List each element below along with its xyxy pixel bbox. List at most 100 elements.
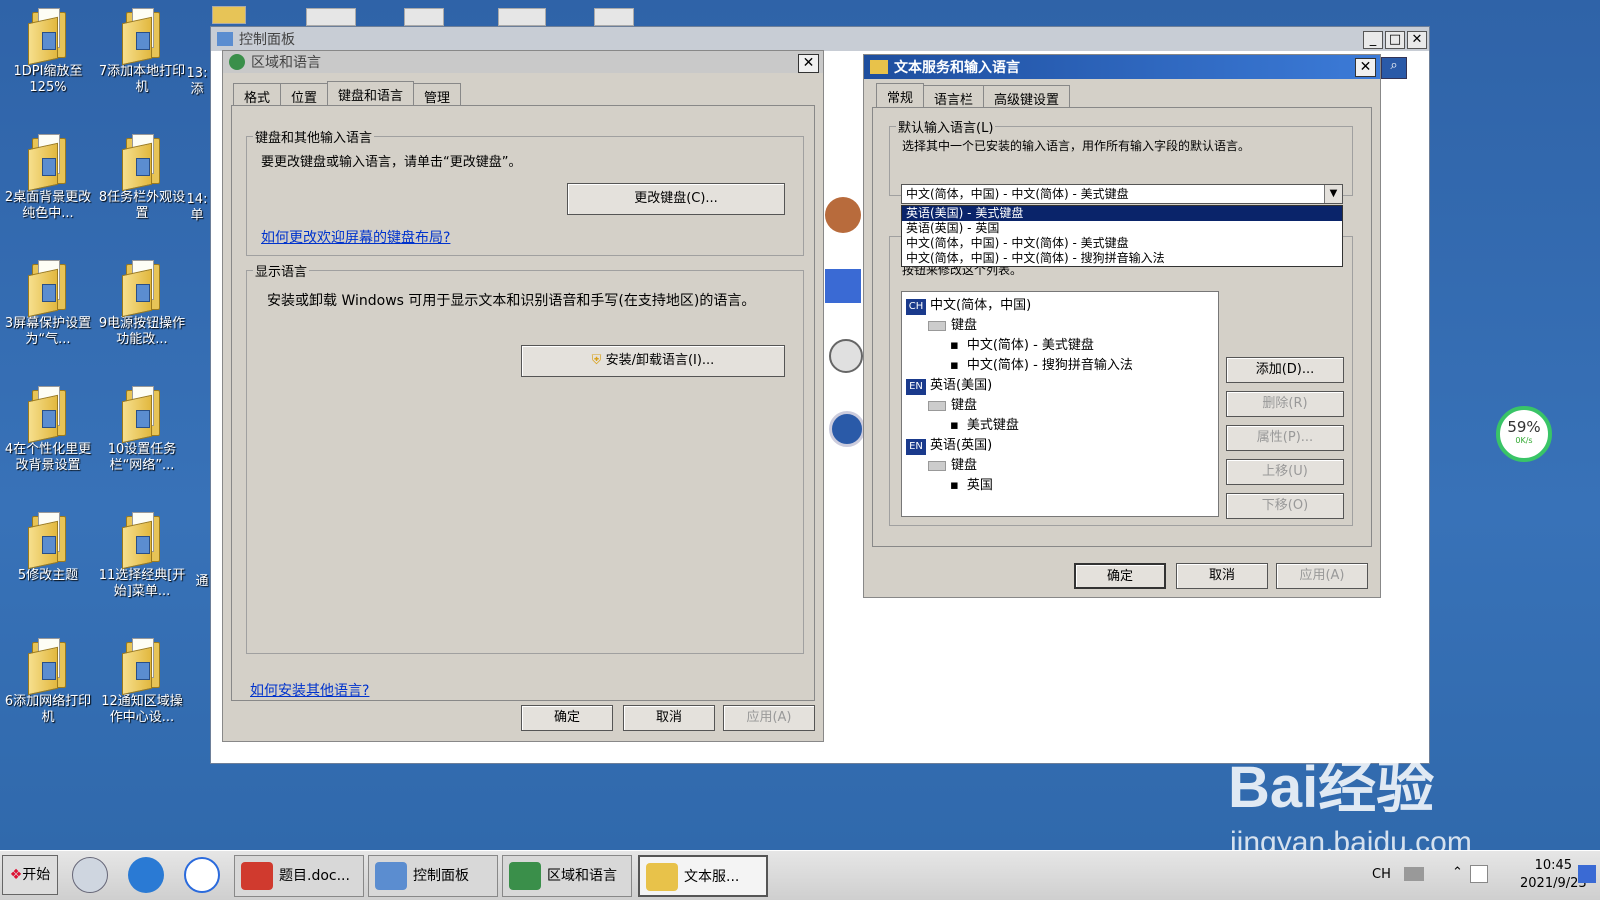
install-other-languages-link[interactable]: 如何安装其他语言? xyxy=(250,680,369,700)
side-button[interactable]: 删除(R) xyxy=(1226,391,1344,417)
folder-icon xyxy=(28,636,68,696)
baidu-netdisk-icon[interactable] xyxy=(184,857,220,893)
tree-item[interactable]: ▪ 中文(简体) - 美式键盘 xyxy=(950,334,1094,353)
globe-icon xyxy=(509,862,541,890)
tree-item[interactable]: CH 中文(简体，中国) xyxy=(906,294,1031,315)
language-badge-icon: EN xyxy=(906,439,926,455)
desktop-icon-label: 13:添 xyxy=(186,66,208,97)
baidu-watermark: Bai经验 xyxy=(1228,755,1435,820)
file-shortcut-icon xyxy=(404,8,444,26)
folder-icon xyxy=(28,132,68,192)
side-button[interactable]: 添加(D)... xyxy=(1226,357,1344,383)
input-language-indicator[interactable]: CH xyxy=(1372,867,1391,882)
desktop-icon[interactable]: 6添加网络打印机 xyxy=(2,636,94,726)
desktop-icon-label: 1DPI缩放至125% xyxy=(13,64,83,95)
ok-button[interactable]: 确定 xyxy=(1074,563,1166,589)
dropdown-option[interactable]: 英语(英国) - 英国 xyxy=(902,221,1342,236)
clock[interactable]: 10:45 2021/9/23 xyxy=(1520,857,1587,893)
tree-item[interactable]: 键盘 xyxy=(928,454,977,473)
window-title: 区域和语言 xyxy=(251,55,321,71)
folder-icon xyxy=(122,384,162,444)
close-button[interactable]: ✕ xyxy=(798,54,819,73)
welcome-keyboard-link[interactable]: 如何更改欢迎屏幕的键盘布局? xyxy=(261,227,450,247)
close-button[interactable]: ✕ xyxy=(1355,58,1376,77)
dropdown-option[interactable]: 中文(简体，中国) - 中文(简体) - 搜狗拼音输入法 xyxy=(902,251,1342,266)
display-language-text: 安装或卸载 Windows 可用于显示文本和识别语音和手写(在支持地区)的语言。 xyxy=(267,293,756,309)
cancel-button[interactable]: 取消 xyxy=(623,705,715,731)
clock-time: 10:45 xyxy=(1534,858,1573,873)
tree-item[interactable]: ▪ 英国 xyxy=(950,474,993,493)
folder-icon xyxy=(28,6,68,66)
desktop-icon[interactable]: 2桌面背景更改纯色中... xyxy=(2,132,94,222)
desktop-icon[interactable]: 12通知区域操作中心设... xyxy=(96,636,188,726)
show-desktop-icon[interactable] xyxy=(1578,865,1596,883)
chevron-up-icon[interactable]: ⌃ xyxy=(1452,865,1463,880)
default-input-language-combo[interactable]: 中文(简体，中国) - 中文(简体) - 美式键盘 ▼ xyxy=(901,184,1343,204)
desktop-icon[interactable]: 7添加本地打印机 xyxy=(96,6,188,96)
tree-item[interactable]: 键盘 xyxy=(928,394,977,413)
maximize-button[interactable]: □ xyxy=(1385,31,1405,49)
apply-button[interactable]: 应用(A) xyxy=(723,705,815,731)
install-languages-button[interactable]: ⛨ 安装/卸载语言(I)... xyxy=(521,345,785,377)
taskbar-item[interactable]: 题目.doc... xyxy=(234,855,364,897)
taskbar-item[interactable]: 区域和语言 xyxy=(502,855,632,897)
region-language-dialog: 区域和语言 ✕ 格式 位置 键盘和语言 管理 键盘和其他输入语言 要更改键盘或输… xyxy=(222,50,824,742)
tree-item-label: 中文(简体) - 搜狗拼音输入法 xyxy=(966,358,1133,373)
wps-writer-icon xyxy=(241,862,273,890)
quicklaunch-icon[interactable] xyxy=(72,857,108,893)
close-button[interactable]: ✕ xyxy=(1407,31,1427,49)
keyboard-icon xyxy=(928,460,946,471)
folder-icon xyxy=(28,258,68,318)
side-button[interactable]: 上移(U) xyxy=(1226,459,1344,485)
desktop-icon[interactable]: 1DPI缩放至125% xyxy=(2,6,94,96)
control-panel-titlebar[interactable]: 控制面板 xyxy=(211,27,1429,51)
start-button[interactable]: ❖开始 xyxy=(2,855,58,895)
installed-services-tree[interactable]: CH 中文(简体，中国) 键盘 ▪ 中文(简体) - 美式键盘 ▪ 中文(简体) - 搜狗拼… xyxy=(901,291,1219,517)
folder-icon xyxy=(122,132,162,192)
desktop-icon[interactable]: 4在个性化里更改背景设置 xyxy=(2,384,94,474)
taskbar-item-label: 区域和语言 xyxy=(547,868,617,884)
desktop-icon-partial[interactable]: 13:添 xyxy=(182,66,212,98)
change-keyboards-button[interactable]: 更改键盘(C)... xyxy=(567,183,785,215)
search-icon[interactable]: ⌕ xyxy=(1381,57,1407,79)
file-shortcut-icon xyxy=(498,8,546,26)
tree-item[interactable]: EN 英语(英国) xyxy=(906,434,992,455)
desktop-icon[interactable]: 3屏幕保护设置为“气... xyxy=(2,258,94,348)
tree-item[interactable]: 键盘 xyxy=(928,314,977,333)
folder-icon xyxy=(122,636,162,696)
desktop-icon[interactable]: 5修改主题 xyxy=(2,510,94,584)
side-button[interactable]: 属性(P)... xyxy=(1226,425,1344,451)
tree-item-label: 键盘 xyxy=(951,398,978,413)
tree-item-label: 键盘 xyxy=(951,458,978,473)
desktop-icon[interactable]: 11选择经典[开始]菜单... xyxy=(96,510,188,600)
network-speed-gauge[interactable]: 59% 0K/s xyxy=(1496,406,1552,462)
taskbar-item[interactable]: 文本服... xyxy=(638,855,768,897)
notification-icon[interactable] xyxy=(1470,865,1488,883)
dropdown-option[interactable]: 英语(美国) - 美式键盘 xyxy=(902,206,1342,221)
apply-button[interactable]: 应用(A) xyxy=(1276,563,1368,589)
desktop-icon-partial[interactable]: 14:单 xyxy=(182,192,212,224)
side-button[interactable]: 下移(O) xyxy=(1226,493,1344,519)
text-services-titlebar[interactable]: 文本服务和输入语言 xyxy=(864,55,1380,79)
tree-item-label: 中文(简体，中国) xyxy=(930,298,1032,313)
desktop-icon[interactable]: 9电源按钮操作功能改... xyxy=(96,258,188,348)
tree-item[interactable]: ▪ 美式键盘 xyxy=(950,414,1019,433)
desktop-icon[interactable]: 10设置任务栏“网络”... xyxy=(96,384,188,474)
internet-explorer-icon[interactable] xyxy=(128,857,164,893)
region-titlebar[interactable]: 区域和语言 xyxy=(223,51,823,73)
language-dropdown-list[interactable]: 英语(美国) - 美式键盘 英语(英国) - 英国 中文(简体，中国) - 中文(简… xyxy=(901,205,1343,267)
taskbar-item-label: 题目.doc... xyxy=(279,868,350,884)
keyboard-tray-icon[interactable] xyxy=(1404,867,1424,881)
dropdown-option[interactable]: 中文(简体，中国) - 中文(简体) - 美式键盘 xyxy=(902,236,1342,251)
chevron-down-icon[interactable]: ▼ xyxy=(1324,185,1342,203)
ok-button[interactable]: 确定 xyxy=(521,705,613,731)
window-title: 文本服务和输入语言 xyxy=(894,60,1020,76)
minimize-button[interactable]: _ xyxy=(1363,31,1383,49)
cancel-button[interactable]: 取消 xyxy=(1176,563,1268,589)
desktop-icon[interactable]: 8任务栏外观设置 xyxy=(96,132,188,222)
taskbar-item[interactable]: 控制面板 xyxy=(368,855,498,897)
tree-item[interactable]: ▪ 中文(简体) - 搜狗拼音输入法 xyxy=(950,354,1133,373)
folder-icon xyxy=(122,510,162,570)
tree-item[interactable]: EN 英语(美国) xyxy=(906,374,992,395)
monitor-icon xyxy=(825,269,861,303)
